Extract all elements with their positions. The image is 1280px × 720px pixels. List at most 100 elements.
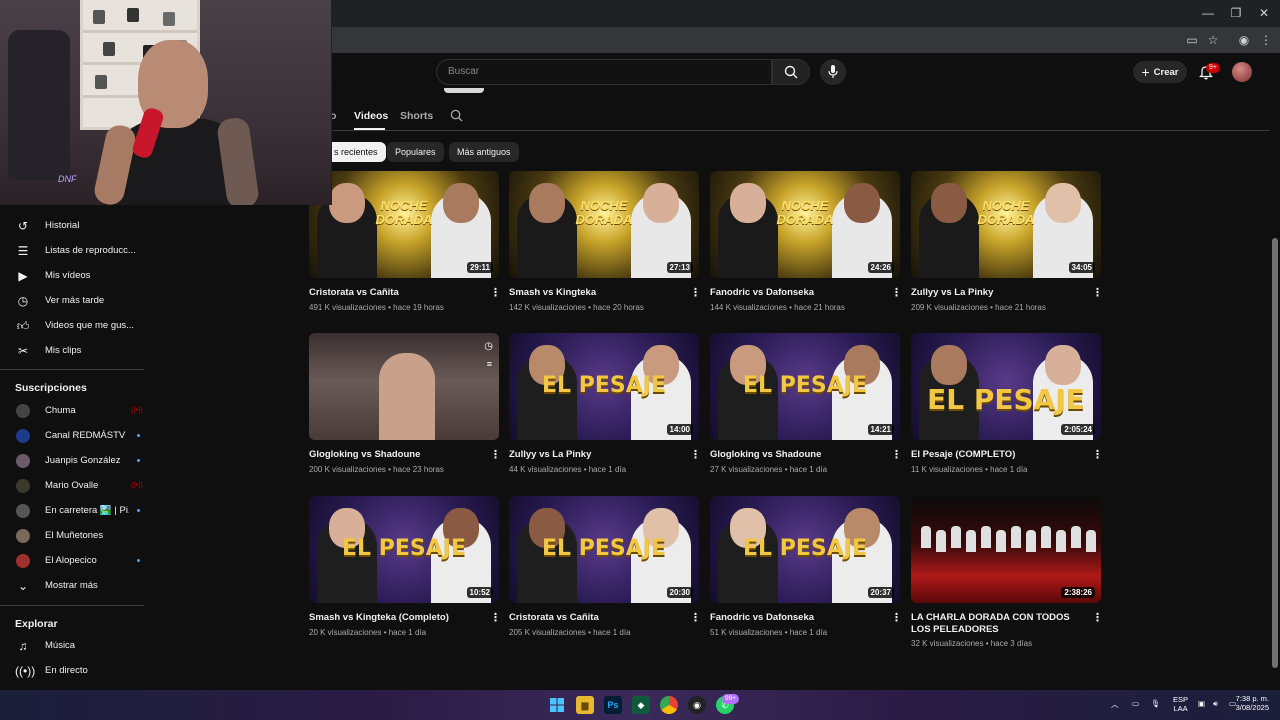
sidebar-subscription[interactable]: Chuma ((•)) [0, 398, 144, 423]
video-menu-icon[interactable]: ⋮ [490, 286, 501, 299]
video-menu-icon[interactable]: ⋮ [690, 286, 701, 299]
video-title[interactable]: Fanodric vs Dafonseka [710, 612, 890, 624]
chrome-icon[interactable] [660, 696, 678, 714]
video-thumbnail[interactable]: EL PESAJE 2:05:24 [911, 333, 1101, 440]
sidebar-subscription[interactable]: Canal REDMÁSTV [0, 423, 144, 448]
thumbnail-pesaje-text: EL PESAJE [342, 536, 466, 561]
sidebar-item-listas[interactable]: ☰ Listas de reproducc... [0, 238, 144, 263]
windows-start-icon[interactable] [548, 696, 566, 714]
video-title[interactable]: Zullyy vs La Pinky [911, 287, 1091, 299]
sidebar-item-musica[interactable]: ♫ Música [0, 633, 144, 658]
browser-menu-icon[interactable]: ⋮ [1257, 31, 1275, 49]
create-label: Crear [1153, 66, 1179, 78]
profile-icon[interactable]: ◉ [1235, 31, 1253, 49]
file-explorer-icon[interactable]: ▆ [576, 696, 594, 714]
video-title[interactable]: Smash vs Kingteka (Completo) [309, 612, 489, 624]
video-thumbnail[interactable]: NOCHE DORADA 29:11 [309, 171, 499, 278]
close-icon[interactable]: ✕ [1250, 4, 1278, 22]
plus-icon: + [1141, 64, 1150, 80]
video-thumbnail[interactable]: ◷ ≡ [309, 333, 499, 440]
sidebar-subscription[interactable]: En carretera 🏞️ | Pi... [0, 498, 144, 523]
app-icon[interactable]: ◆ [632, 696, 650, 714]
sidebar-subscription[interactable]: El Muñetones [0, 523, 144, 548]
search-button[interactable] [772, 59, 810, 85]
sidebar-item-mis-clips[interactable]: ✂ Mis clips [0, 338, 144, 363]
sidebar-item-historial[interactable]: ↺ Historial [0, 213, 144, 238]
video-title[interactable]: Cristorata vs Cañita [309, 287, 489, 299]
lang-top: ESP [1173, 695, 1189, 704]
thumbnail-logo: NOCHE DORADA [776, 198, 834, 227]
video-thumbnail[interactable]: EL PESAJE 20:37 [710, 496, 900, 603]
video-title[interactable]: El Pesaje (COMPLETO) [911, 449, 1091, 461]
video-menu-icon[interactable]: ⋮ [891, 448, 902, 461]
sidebar-divider [0, 605, 144, 606]
video-title[interactable]: Fanodric vs Dafonseka [710, 287, 890, 299]
scrollbar-thumb[interactable] [1272, 238, 1278, 668]
video-menu-icon[interactable]: ⋮ [490, 448, 501, 461]
video-thumbnail[interactable]: EL PESAJE 20:30 [509, 496, 699, 603]
sidebar-item-liked[interactable]: 👍︎ Videos que me gus... [0, 313, 144, 338]
network-icon[interactable]: ▣ [1198, 699, 1205, 708]
language-indicator[interactable]: ESP LAA [1173, 695, 1188, 713]
subscription-label: El Alopecico [45, 555, 97, 566]
video-title[interactable]: Zullyy vs La Pinky [509, 449, 689, 461]
channel-avatar [16, 478, 30, 493]
search-input[interactable] [436, 59, 772, 85]
video-menu-icon[interactable]: ⋮ [1092, 286, 1103, 299]
channel-search-icon[interactable] [450, 109, 463, 127]
video-thumbnail[interactable]: NOCHE DORADA 27:13 [509, 171, 699, 278]
subscription-label: Chuma [45, 405, 76, 416]
video-thumbnail[interactable]: EL PESAJE 14:00 [509, 333, 699, 440]
channel-avatar [16, 528, 30, 543]
user-avatar[interactable] [1232, 62, 1252, 82]
video-meta: 11 K visualizaciones • hace 1 día [911, 465, 1028, 474]
chip-mas-antiguos[interactable]: Más antiguos [449, 142, 519, 162]
video-title[interactable]: Glogloking vs Shadoune [309, 449, 489, 461]
thumbnail-pesaje-text: EL PESAJE [743, 536, 867, 561]
video-menu-icon[interactable]: ⋮ [1092, 611, 1103, 624]
show-more-button[interactable]: ⌄ Mostrar más [0, 573, 144, 598]
video-thumbnail[interactable]: EL PESAJE 10:52 [309, 496, 499, 603]
tray-mic-icon[interactable]: 🎙︎ [1151, 699, 1161, 708]
tab-shorts[interactable]: Shorts [400, 110, 433, 122]
bookmark-star-icon[interactable]: ☆ [1204, 31, 1222, 49]
photoshop-icon[interactable]: Ps [604, 696, 622, 714]
voice-search-button[interactable] [820, 59, 846, 85]
video-menu-icon[interactable]: ⋮ [891, 611, 902, 624]
create-button[interactable]: + Crear [1133, 61, 1187, 83]
video-thumbnail[interactable]: NOCHE DORADA 24:26 [710, 171, 900, 278]
tab-videos[interactable]: Videos [354, 110, 388, 122]
video-title[interactable]: Glogloking vs Shadoune [710, 449, 890, 461]
video-menu-icon[interactable]: ⋮ [690, 448, 701, 461]
video-menu-icon[interactable]: ⋮ [490, 611, 501, 624]
video-title[interactable]: Cristorata vs Cañita [509, 612, 689, 624]
tray-chevron-icon[interactable]: ︿ [1111, 699, 1119, 710]
obs-icon[interactable]: ◉ [688, 696, 706, 714]
video-title[interactable]: LA CHARLA DORADA CON TODOS LOS PELEADORE… [911, 612, 1091, 636]
clock[interactable]: 7:38 p. m. 3/08/2025 [1233, 694, 1269, 712]
sidebar-subscription[interactable]: Mario Ovalle ((•)) [0, 473, 144, 498]
cast-icon[interactable]: ▭ [1183, 31, 1201, 49]
volume-icon[interactable]: 🔊︎ [1213, 699, 1218, 709]
sidebar-item-mis-videos[interactable]: ▶ Mis vídeos [0, 263, 144, 288]
video-thumbnail[interactable]: EL PESAJE 14:21 [710, 333, 900, 440]
sidebar-item-en-directo[interactable]: ((•)) En directo [0, 658, 144, 683]
video-menu-icon[interactable]: ⋮ [690, 611, 701, 624]
video-meta: 142 K visualizaciones • hace 20 horas [509, 303, 644, 312]
sidebar-subscription[interactable]: El Alopecico [0, 548, 144, 573]
chip-populares[interactable]: Populares [387, 142, 444, 162]
video-thumbnail[interactable]: 2:38:26 [911, 496, 1101, 603]
video-title[interactable]: Smash vs Kingteka [509, 287, 689, 299]
video-thumbnail[interactable]: NOCHE DORADA 34:05 [911, 171, 1101, 278]
sidebar-subscription[interactable]: Juanpis González [0, 448, 144, 473]
maximize-icon[interactable]: ❐ [1222, 4, 1250, 22]
watch-later-icon[interactable]: ◷ [484, 339, 493, 355]
video-menu-icon[interactable]: ⋮ [891, 286, 902, 299]
add-to-queue-icon[interactable]: ≡ [487, 359, 492, 369]
sidebar-item-ver-mas-tarde[interactable]: ◷ Ver más tarde [0, 288, 144, 313]
chip-recientes[interactable]: s recientes [326, 142, 386, 162]
minimize-icon[interactable]: — [1194, 4, 1222, 22]
tray-app-icon[interactable]: ▭ [1132, 699, 1139, 708]
channel-avatar [16, 428, 30, 443]
video-menu-icon[interactable]: ⋮ [1092, 448, 1103, 461]
